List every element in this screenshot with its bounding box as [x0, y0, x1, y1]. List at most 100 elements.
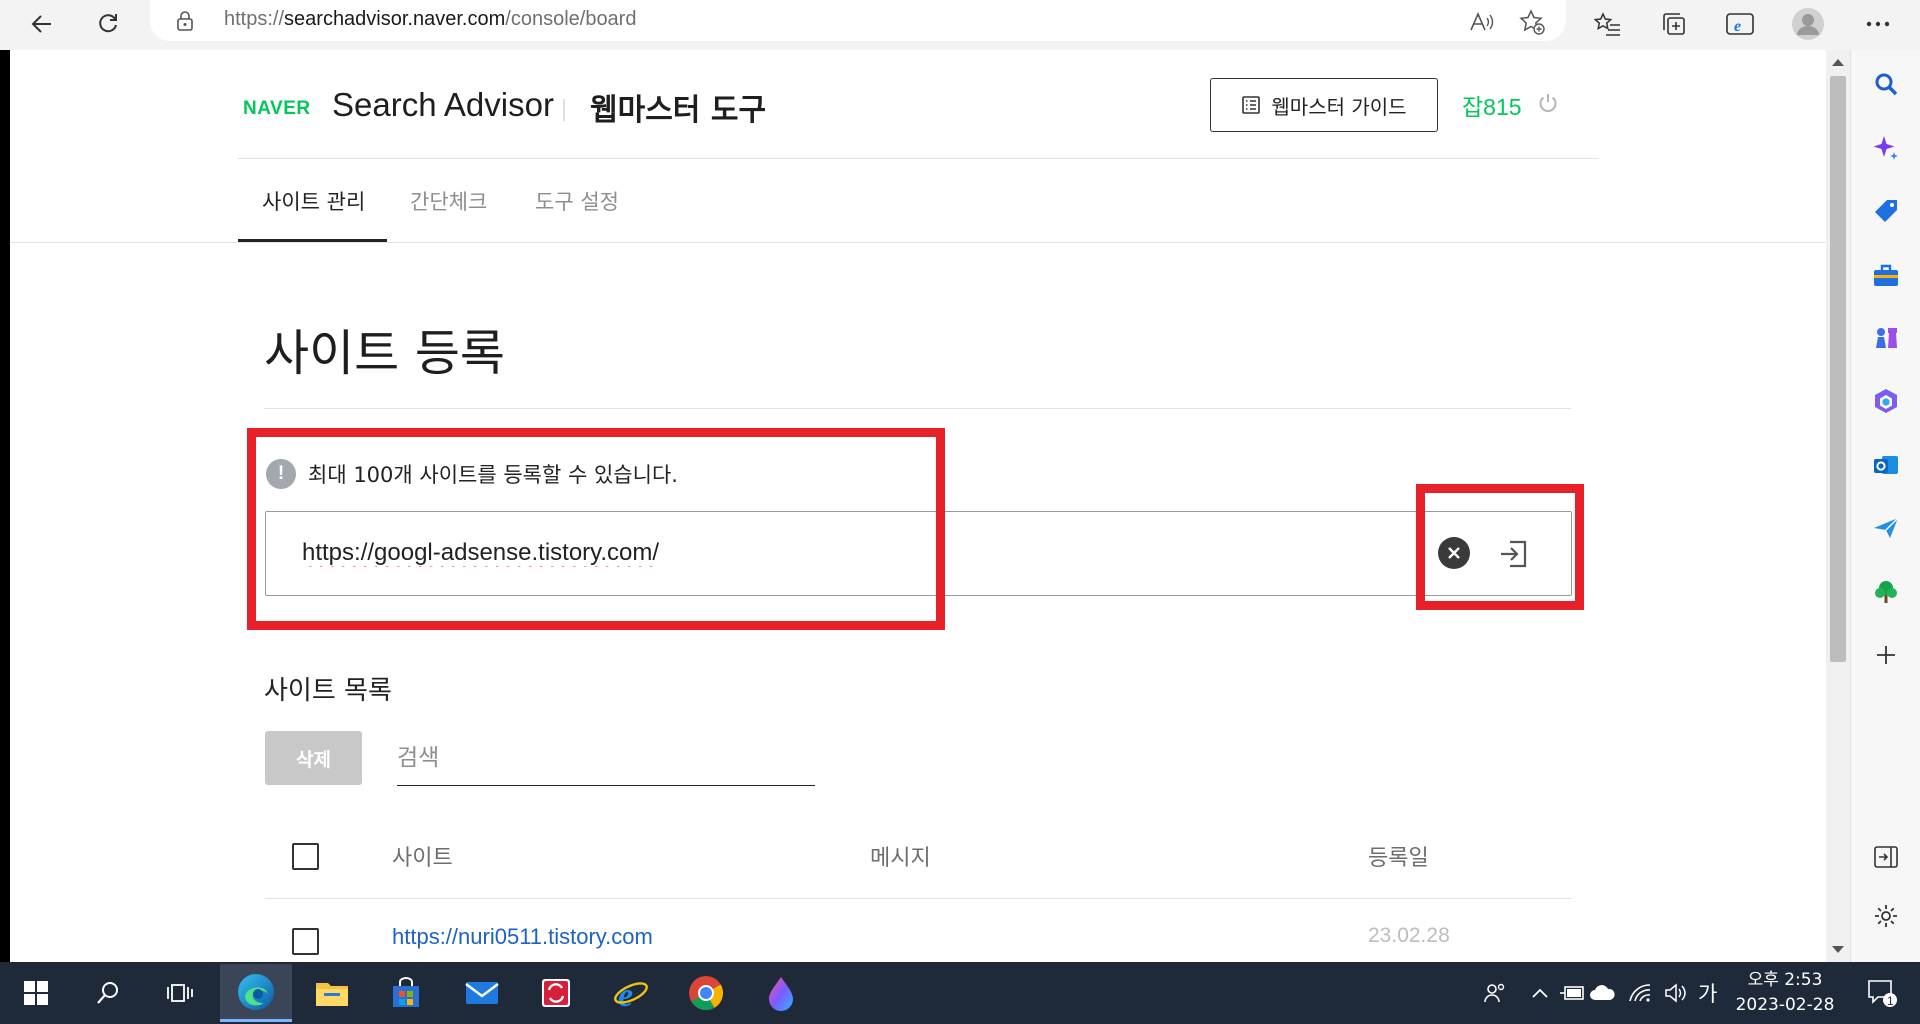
sidebar-drop-button[interactable]	[1871, 513, 1901, 543]
taskbar-drop-app[interactable]	[745, 964, 817, 1022]
section-title: 웹마스터 도구	[590, 93, 767, 128]
scroll-down-arrow-icon[interactable]	[1832, 946, 1844, 953]
panel-collapse-icon	[1874, 846, 1898, 868]
windows-taskbar: e 가 오후 2:53 2023-02-28 1	[0, 962, 1920, 1024]
site-search-input[interactable]	[397, 731, 815, 785]
people-button[interactable]	[1470, 964, 1520, 1022]
scroll-up-arrow-icon[interactable]	[1832, 59, 1844, 66]
start-button[interactable]	[0, 964, 72, 1022]
internet-explorer-icon: e	[614, 977, 648, 1012]
paper-plane-icon	[1874, 517, 1899, 538]
taskbar-chrome[interactable]	[670, 964, 742, 1022]
input-method-indicator[interactable]: 가	[1698, 978, 1717, 1008]
svg-text:e: e	[1734, 18, 1741, 35]
sidebar-office-button[interactable]	[1871, 386, 1901, 416]
taskbar-search-button[interactable]	[72, 964, 144, 1022]
wifi-icon	[1629, 984, 1651, 1002]
taskbar-internet-explorer[interactable]: e	[595, 964, 667, 1022]
address-bar[interactable]: https://searchadvisor.naver.com/console/…	[150, 0, 1566, 41]
delete-button[interactable]: 삭제	[265, 731, 362, 785]
site-search-field	[397, 731, 815, 786]
collections-icon	[1663, 13, 1685, 35]
notification-count: 1	[1887, 994, 1894, 1008]
profile-avatar-icon	[1792, 8, 1824, 40]
edge-browser-icon	[238, 973, 274, 1010]
onedrive-indicator[interactable]	[1584, 964, 1620, 1022]
task-view-icon	[167, 984, 193, 1002]
column-header-date: 등록일	[1368, 846, 1429, 871]
sidebar-search-button[interactable]	[1871, 69, 1901, 99]
highlight-box-input	[247, 428, 945, 630]
taskbar-edge[interactable]	[220, 964, 292, 1022]
webmaster-guide-label: 웹마스터 가이드	[1271, 94, 1407, 119]
ie-mode-icon: e	[1726, 13, 1754, 35]
refresh-icon	[99, 14, 117, 33]
office-icon	[1875, 389, 1897, 413]
sidebar-shopping-button[interactable]	[1871, 196, 1901, 226]
column-header-site: 사이트	[392, 846, 453, 871]
taskbar-mail[interactable]	[446, 964, 518, 1022]
back-button[interactable]	[22, 4, 62, 44]
store-bag-icon	[393, 977, 419, 1007]
sidebar-add-button[interactable]	[1871, 640, 1901, 670]
sidebar-discover-button[interactable]	[1871, 133, 1901, 163]
tab-site-management[interactable]: 사이트 관리	[262, 186, 365, 216]
header-divider	[563, 99, 565, 121]
page-title: 사이트 등록	[264, 325, 505, 382]
highlight-box-submit	[1416, 484, 1584, 610]
sidebar-tools-button[interactable]	[1871, 260, 1901, 290]
edge-sidebar	[1850, 50, 1920, 962]
sidebar-tree-button[interactable]	[1871, 577, 1901, 607]
chess-pieces-icon	[1876, 328, 1897, 348]
battery-plug-icon	[1560, 986, 1584, 1000]
read-aloud-button[interactable]	[1464, 6, 1498, 38]
back-arrow-icon	[31, 15, 51, 33]
registered-date: 23.02.28	[1368, 924, 1450, 947]
task-view-button[interactable]	[144, 964, 216, 1022]
speaker-icon	[1665, 983, 1686, 1003]
network-indicator[interactable]	[1622, 964, 1658, 1022]
title-divider-line	[264, 408, 1571, 409]
page-viewport: NAVER Search Advisor 웹마스터 도구 웹마스터 가이드 잡8…	[10, 50, 1826, 962]
sidebar-outlook-button[interactable]	[1871, 450, 1901, 480]
people-icon	[1484, 983, 1505, 1003]
taskbar-file-explorer[interactable]	[296, 964, 368, 1022]
naver-logo[interactable]: NAVER	[243, 98, 311, 120]
tab-quick-check[interactable]: 간단체크	[410, 186, 487, 216]
system-clock[interactable]: 오후 2:53 2023-02-28	[1730, 968, 1840, 1018]
lock-icon	[177, 11, 193, 31]
profile-button[interactable]	[1788, 4, 1828, 44]
select-all-checkbox[interactable]	[292, 843, 319, 870]
webmaster-guide-button[interactable]: 웹마스터 가이드	[1210, 78, 1438, 132]
row-checkbox[interactable]	[292, 928, 319, 955]
search-icon	[1875, 73, 1898, 96]
notification-icon: 1	[1868, 980, 1897, 1008]
mail-icon	[465, 982, 499, 1004]
settings-more-button[interactable]	[1858, 4, 1898, 44]
power-icon[interactable]	[1537, 92, 1559, 114]
product-name[interactable]: Search Advisor	[332, 86, 554, 124]
add-favorite-button[interactable]	[1515, 6, 1549, 38]
page-scrollbar[interactable]	[1826, 50, 1850, 962]
read-aloud-icon	[1470, 12, 1494, 31]
sidebar-games-button[interactable]	[1871, 323, 1901, 353]
sparkle-icon	[1873, 136, 1898, 160]
refresh-button[interactable]	[88, 4, 128, 44]
plus-icon	[1877, 646, 1895, 664]
column-header-message: 메시지	[870, 846, 931, 871]
taskbar-store[interactable]	[370, 964, 442, 1022]
sidebar-collapse-button[interactable]	[1871, 842, 1901, 872]
action-center-button[interactable]: 1	[1852, 964, 1912, 1022]
chevron-up-icon	[1532, 988, 1548, 998]
favorites-button[interactable]	[1588, 4, 1628, 44]
collections-button[interactable]	[1654, 4, 1694, 44]
windows-logo-icon	[24, 981, 48, 1005]
tab-tool-settings[interactable]: 도구 설정	[535, 186, 619, 216]
scrollbar-thumb[interactable]	[1830, 76, 1846, 662]
taskbar-sync-app[interactable]	[520, 964, 592, 1022]
username[interactable]: 잡815	[1462, 88, 1522, 122]
site-link[interactable]: https://nuri0511.tistory.com	[392, 924, 653, 950]
volume-indicator[interactable]	[1658, 964, 1694, 1022]
sidebar-settings-button[interactable]	[1871, 901, 1901, 931]
ie-mode-button[interactable]: e	[1720, 4, 1760, 44]
